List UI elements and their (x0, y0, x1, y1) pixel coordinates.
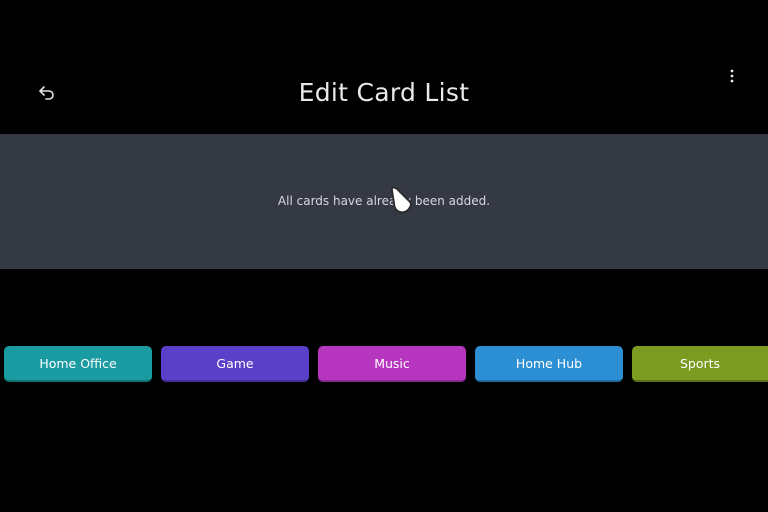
card-label: Game (216, 355, 254, 371)
card-label: Music (374, 355, 410, 371)
page-title: Edit Card List (298, 78, 470, 107)
card-home-hub[interactable]: Home Hub (475, 346, 623, 382)
more-options-button[interactable] (720, 64, 744, 88)
more-vertical-icon (730, 69, 734, 83)
card-label: Sports (679, 355, 721, 371)
card-music[interactable]: Music (318, 346, 466, 382)
card-row: Home Office Game Music Home Hub Sports (0, 346, 768, 384)
card-label: Home Hub (515, 355, 583, 371)
card-sports[interactable]: Sports (632, 346, 768, 382)
card-game[interactable]: Game (161, 346, 309, 382)
empty-message: All cards have already been added. (277, 194, 491, 208)
card-list-panel: All cards have already been added. (0, 134, 768, 269)
card-home-office[interactable]: Home Office (4, 346, 152, 382)
screen: Edit Card List All cards have already be… (0, 0, 768, 512)
card-label: Home Office (39, 355, 117, 371)
